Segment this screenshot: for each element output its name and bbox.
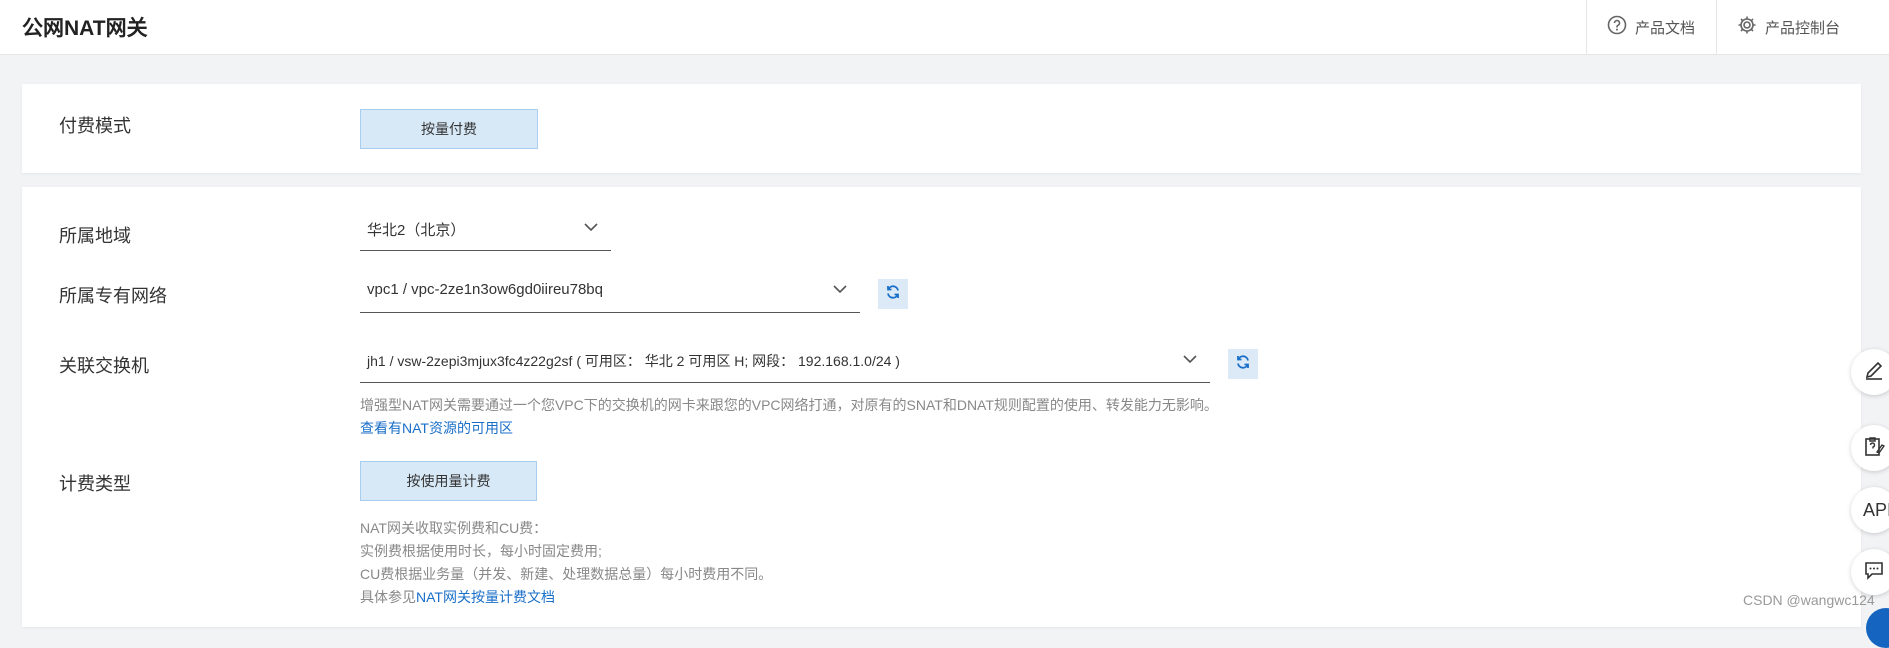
help-circle-icon bbox=[1607, 15, 1627, 39]
charge-type-label: 计费类型 bbox=[59, 474, 131, 494]
charge-by-usage-button[interactable]: 按使用量计费 bbox=[360, 461, 537, 501]
refresh-icon bbox=[1235, 354, 1251, 375]
vswitch-select[interactable]: jh1 / vsw-2zepi3mjux3fc4z22g2sf ( 可用区： 华… bbox=[360, 343, 1210, 383]
region-select[interactable]: 华北2（北京） bbox=[360, 211, 611, 251]
chevron-down-icon bbox=[583, 219, 599, 239]
watermark: CSDN @wangwc124 bbox=[1743, 592, 1875, 608]
billing-mode-card: 付费模式 按量付费 bbox=[22, 84, 1861, 173]
charge-note-1: NAT网关收取实例费和CU费： bbox=[360, 520, 548, 536]
vpc-refresh-button[interactable] bbox=[878, 279, 908, 309]
refresh-icon bbox=[885, 284, 901, 305]
region-label: 所属地域 bbox=[59, 226, 131, 246]
pay-as-you-go-button[interactable]: 按量付费 bbox=[360, 109, 538, 149]
charge-note-2: 实例费根据使用时长，每小时固定费用; bbox=[360, 543, 602, 559]
product-console-label: 产品控制台 bbox=[1765, 19, 1841, 37]
gear-icon bbox=[1737, 15, 1757, 39]
api-tool-button[interactable]: API bbox=[1851, 487, 1889, 533]
chevron-down-icon bbox=[832, 281, 848, 301]
vpc-select[interactable]: vpc1 / vpc-2ze1n3ow6gd0iireu78bq bbox=[360, 273, 860, 313]
top-bar: 公网NAT网关 产品文档 产品控制台 bbox=[0, 0, 1889, 55]
region-value: 华北2（北京） bbox=[367, 222, 466, 239]
page-title: 公网NAT网关 bbox=[22, 17, 148, 40]
charge-doc-prefix: 具体参见 bbox=[360, 589, 416, 605]
product-docs-label: 产品文档 bbox=[1635, 19, 1696, 37]
edit-icon bbox=[1863, 359, 1885, 386]
vswitch-hint: 增强型NAT网关需要通过一个您VPC下的交换机的网卡来跟您的VPC网络打通，对原… bbox=[360, 397, 1218, 413]
vswitch-value: jh1 / vsw-2zepi3mjux3fc4z22g2sf ( 可用区： 华… bbox=[367, 353, 900, 369]
clipboard-question-icon bbox=[1863, 435, 1886, 462]
charge-doc-line: 具体参见NAT网关按量计费文档 bbox=[360, 587, 555, 607]
api-label: API bbox=[1863, 499, 1889, 520]
chevron-down-icon bbox=[1182, 351, 1198, 371]
vpc-label: 所属专有网络 bbox=[59, 286, 167, 306]
billing-mode-label: 付费模式 bbox=[59, 116, 131, 136]
product-docs-link[interactable]: 产品文档 bbox=[1586, 0, 1727, 54]
vswitch-label: 关联交换机 bbox=[59, 356, 149, 376]
edit-tool-button[interactable] bbox=[1851, 349, 1889, 395]
chat-tool-button[interactable] bbox=[1851, 549, 1889, 595]
vswitch-refresh-button[interactable] bbox=[1228, 349, 1258, 379]
faq-tool-button[interactable] bbox=[1851, 425, 1889, 471]
assistant-launcher[interactable] bbox=[1866, 608, 1889, 648]
config-card: 所属地域 华北2（北京） 所属专有网络 vpc1 / vpc-2ze1n3ow6… bbox=[22, 187, 1861, 627]
charge-note-3: CU费根据业务量（并发、新建、处理数据总量）每小时费用不同。 bbox=[360, 566, 773, 582]
vpc-value: vpc1 / vpc-2ze1n3ow6gd0iireu78bq bbox=[367, 281, 603, 298]
charge-doc-link[interactable]: NAT网关按量计费文档 bbox=[416, 589, 555, 605]
nat-zones-link[interactable]: 查看有NAT资源的可用区 bbox=[360, 418, 513, 438]
product-console-link[interactable]: 产品控制台 bbox=[1716, 0, 1887, 54]
chat-icon bbox=[1863, 559, 1885, 586]
